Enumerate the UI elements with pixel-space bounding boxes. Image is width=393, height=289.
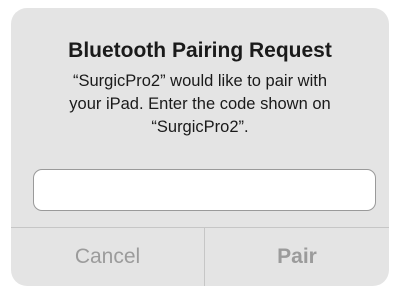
pairing-code-input[interactable] bbox=[33, 169, 376, 211]
message-line-3: “SurgicPro2”. bbox=[151, 118, 249, 136]
message-line-2: your iPad. Enter the code shown on bbox=[69, 95, 331, 113]
dialog-title: Bluetooth Pairing Request bbox=[68, 39, 332, 62]
message-line-1: “SurgicPro2” would like to pair with bbox=[72, 72, 328, 90]
cancel-button[interactable]: Cancel bbox=[11, 228, 204, 286]
pair-button[interactable]: Pair bbox=[205, 228, 389, 286]
bluetooth-pairing-dialog: Bluetooth Pairing Request “SurgicPro2” w… bbox=[11, 8, 389, 286]
dialog-message: “SurgicPro2” would like to pair with you… bbox=[11, 70, 389, 139]
